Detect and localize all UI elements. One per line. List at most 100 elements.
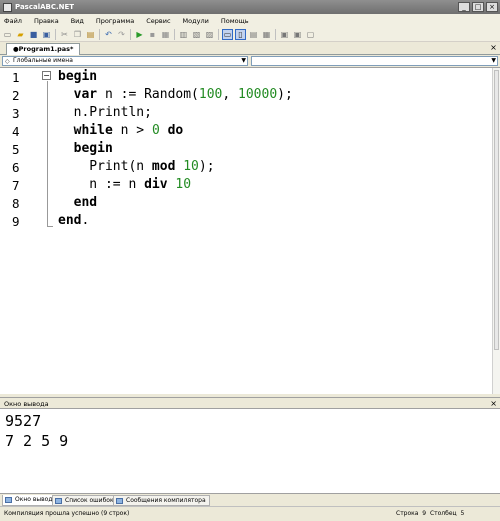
col-value: 5 xyxy=(460,510,465,517)
line-number: 2 xyxy=(12,88,20,103)
toolbar-separator xyxy=(55,28,56,40)
toolbar-separator xyxy=(130,28,131,40)
output-window[interactable]: 9527 7 2 5 9 xyxy=(0,409,500,493)
toolbar-separator xyxy=(99,28,100,40)
cursor-position: Строка 9 Столбец 5 xyxy=(396,510,464,517)
line-number: 7 xyxy=(12,178,20,193)
toolbar-separator xyxy=(275,28,276,40)
minimize-button[interactable]: _ xyxy=(458,2,470,12)
output-line: 9527 xyxy=(5,412,42,430)
close-icon[interactable]: × xyxy=(490,398,497,409)
menu-help[interactable]: Помощь xyxy=(221,17,249,25)
app-icon xyxy=(3,2,12,12)
menu-edit[interactable]: Правка xyxy=(34,17,59,25)
stop-icon[interactable]: ▪ xyxy=(147,29,158,40)
output-toggle-icon[interactable]: ▭ xyxy=(222,28,233,40)
cut-icon[interactable]: ✂ xyxy=(59,29,70,40)
fold-end-marker xyxy=(47,226,53,227)
line-number: 8 xyxy=(12,196,20,211)
col-label: Столбец xyxy=(429,510,457,517)
line-number: 5 xyxy=(12,142,20,157)
line-number: 1 xyxy=(12,70,20,85)
code-line-9: end. xyxy=(58,213,90,228)
document-tab-bar: ●Program1.pas* × xyxy=(0,42,500,55)
tab-output-label: Окно вывода xyxy=(15,496,57,503)
row-value: 9 xyxy=(422,510,427,517)
chevron-down-icon[interactable]: ▼ xyxy=(241,57,246,65)
code-line-3: n.Println; xyxy=(58,105,152,120)
error-list-icon xyxy=(55,498,62,504)
code-line-8: end xyxy=(73,195,98,210)
debug-over-icon[interactable]: ▨ xyxy=(204,29,215,40)
code-line-6: Print(n mod 10); xyxy=(58,159,215,174)
save-icon[interactable]: ■ xyxy=(28,29,39,40)
paste-icon[interactable]: ▤ xyxy=(85,29,96,40)
code-line-2: var n := Random(100, 10000); xyxy=(73,87,293,102)
scrollbar-thumb[interactable] xyxy=(494,70,499,350)
output-line: 7 2 5 9 xyxy=(5,432,69,450)
scope-icon: ◇ xyxy=(5,58,10,65)
code-line-4: while n > 0 do xyxy=(73,123,184,138)
menu-program[interactable]: Программа xyxy=(96,17,134,25)
redo-icon[interactable]: ↷ xyxy=(116,29,127,40)
code-editor[interactable]: 1 2 3 4 5 6 7 8 9 − begin var n := Rando… xyxy=(0,67,500,394)
menu-bar: Файл Правка Вид Программа Сервис Модули … xyxy=(0,14,500,27)
line-number: 9 xyxy=(12,214,20,229)
menu-file[interactable]: Файл xyxy=(4,17,22,25)
chevron-down-icon[interactable]: ▼ xyxy=(491,57,496,65)
editor-scrollbar[interactable] xyxy=(492,68,500,394)
line-number: 6 xyxy=(12,160,20,175)
tab-program1[interactable]: ●Program1.pas* xyxy=(6,43,81,55)
fold-guide xyxy=(47,81,48,226)
close-tab-icon[interactable]: × xyxy=(489,43,498,52)
compile-icon[interactable]: ▦ xyxy=(160,29,171,40)
status-message: Компиляция прошла успешно (9 строк) xyxy=(4,510,130,517)
undo-icon[interactable]: ↶ xyxy=(103,29,114,40)
compiler-messages-icon xyxy=(116,498,123,504)
menu-service[interactable]: Сервис xyxy=(146,17,170,25)
close-button[interactable]: × xyxy=(486,2,498,12)
scope-value: Глобальные имена xyxy=(13,57,73,64)
row-label: Строка xyxy=(396,510,419,517)
title-bar: PascalABC.NET _ □ × xyxy=(0,0,500,14)
member-dropdown[interactable]: ▼ xyxy=(251,56,498,66)
navigate-icon[interactable]: ▣ xyxy=(292,29,303,40)
save-all-icon[interactable]: ▣ xyxy=(41,29,52,40)
debug-into-icon[interactable]: ▧ xyxy=(191,29,202,40)
toolbar: ▭ ▰ ■ ▣ ✂ ❐ ▤ ↶ ↷ ▶ ▪ ▦ ▥ ▧ ▨ ▭ ▯ ▤ ▦ ▣ … xyxy=(0,27,500,42)
output-icon xyxy=(5,497,12,503)
form-toggle-icon[interactable]: ▯ xyxy=(235,28,246,40)
line-number-gutter: 1 2 3 4 5 6 7 8 9 xyxy=(0,68,29,394)
toolbar-separator xyxy=(174,28,175,40)
fold-toggle-icon[interactable]: − xyxy=(42,71,51,80)
properties-icon[interactable]: ▦ xyxy=(261,29,272,40)
tab-compiler-messages[interactable]: Сообщения компилятора xyxy=(113,495,210,506)
output-panel-title: Окно вывода xyxy=(4,400,49,408)
code-line-1: begin xyxy=(58,69,98,84)
debug-step-icon[interactable]: ▥ xyxy=(178,29,189,40)
code-line-5: begin xyxy=(73,141,113,156)
new-file-icon[interactable]: ▭ xyxy=(2,29,13,40)
line-number: 3 xyxy=(12,106,20,121)
tab-error-list-label: Список ошибок xyxy=(65,497,114,504)
toolbar-separator xyxy=(218,28,219,40)
maximize-button[interactable]: □ xyxy=(472,2,484,12)
copy-icon[interactable]: ❐ xyxy=(72,29,83,40)
tab-compiler-messages-label: Сообщения компилятора xyxy=(126,497,206,504)
scope-dropdown[interactable]: ◇ Глобальные имена ▼ xyxy=(2,56,248,66)
output-panel-header: Окно вывода × xyxy=(0,397,500,409)
menu-modules[interactable]: Модули xyxy=(183,17,209,25)
run-icon[interactable]: ▶ xyxy=(134,29,145,40)
bottom-panel-tabs: Окно вывода Список ошибок Сообщения комп… xyxy=(0,493,500,506)
open-folder-icon[interactable]: ▰ xyxy=(15,29,26,40)
line-number: 4 xyxy=(12,124,20,139)
status-bar: Компиляция прошла успешно (9 строк) Стро… xyxy=(0,506,500,521)
code-line-7: n := n div 10 xyxy=(58,177,192,192)
window-icon[interactable]: ▢ xyxy=(305,29,316,40)
export-icon[interactable]: ▣ xyxy=(279,29,290,40)
options-icon[interactable]: ▤ xyxy=(248,29,259,40)
navigation-bar: ◇ Глобальные имена ▼ ▼ xyxy=(0,55,500,67)
menu-view[interactable]: Вид xyxy=(71,17,84,25)
tab-error-list[interactable]: Список ошибок xyxy=(52,495,118,506)
window-title: PascalABC.NET xyxy=(15,3,75,11)
